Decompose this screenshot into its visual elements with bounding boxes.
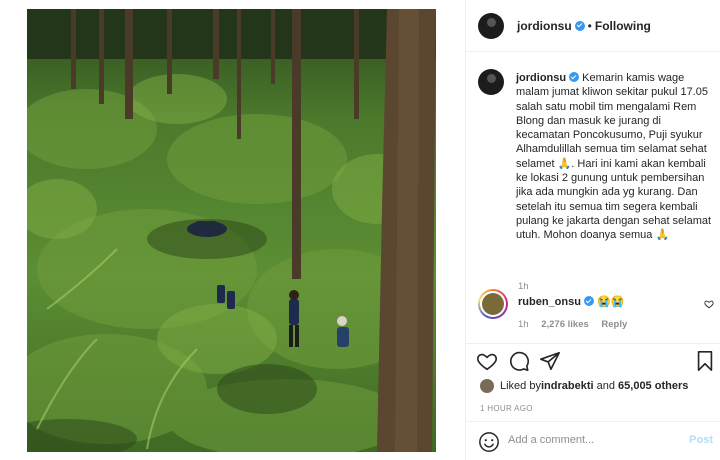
comment-username[interactable]: ruben_onsu [518, 296, 581, 308]
author-username[interactable]: jordionsu [517, 19, 572, 33]
post-sidebar: jordionsu • Following jordionsu Kemarin … [465, 0, 720, 460]
author-avatar[interactable] [478, 12, 504, 39]
caption-username[interactable]: jordionsu [516, 72, 566, 84]
comment-likes[interactable]: 2,276 likes [541, 319, 589, 330]
post-timestamp[interactable]: 1 HOUR AGO [480, 404, 533, 413]
crying-emoji-icon: 😭 [597, 296, 611, 308]
reply-button[interactable]: Reply [601, 319, 627, 330]
comments-section[interactable]: jordionsu Kemarin kamis wage malam jumat… [466, 53, 720, 343]
smiley-icon[interactable] [478, 431, 500, 453]
post-comment-button[interactable]: Post [689, 434, 713, 446]
verified-badge-icon [569, 72, 580, 82]
post-photo[interactable] [27, 9, 436, 452]
bookmark-icon[interactable] [694, 350, 716, 372]
comment-time[interactable]: 1h [518, 319, 529, 330]
comment-icon[interactable] [508, 350, 530, 372]
praying-hands-emoji-icon: 🙏 [557, 157, 572, 170]
caption-text: jordionsu Kemarin kamis wage malam jumat… [516, 71, 716, 243]
share-icon[interactable] [539, 350, 561, 372]
verified-badge-icon [574, 20, 585, 31]
likes-middle: and [593, 380, 619, 392]
following-button[interactable]: Following [595, 19, 651, 33]
post-header: jordionsu • Following [466, 0, 720, 52]
add-comment-bar: Post [466, 421, 720, 460]
likes-prefix: Liked by [500, 380, 541, 392]
post-actions: Liked by indrabekti and 65,005 others 1 … [466, 343, 720, 460]
verified-badge-icon [583, 296, 594, 306]
comment-heart-icon[interactable] [704, 299, 714, 309]
others-likes-link[interactable]: 65,005 others [618, 380, 688, 392]
caption-text-part-1: Kemarin kamis wage malam jumat kliwon se… [516, 72, 708, 170]
comment-input[interactable] [508, 434, 668, 446]
praying-hands-emoji-icon: 🙏 [655, 229, 670, 242]
caption-time[interactable]: 1h [518, 281, 529, 292]
liker-avatar[interactable] [480, 379, 494, 393]
caption-text-part-2: . Hari ini kami akan kembali ke lokasi 2… [516, 157, 712, 242]
liker-username[interactable]: indrabekti [541, 380, 594, 392]
forest-ravine-image [27, 9, 436, 452]
heart-icon[interactable] [476, 350, 498, 372]
crying-emoji-icon: 😭 [610, 296, 625, 308]
caption-author-avatar[interactable] [478, 69, 504, 95]
header-separator: • [587, 18, 592, 33]
comment-meta: 1h 2,276 likes Reply [518, 319, 637, 330]
comment-text: ruben_onsu 😭😭 [518, 295, 624, 308]
commenter-avatar[interactable] [478, 289, 508, 319]
likes-summary: Liked by indrabekti and 65,005 others [480, 379, 688, 393]
